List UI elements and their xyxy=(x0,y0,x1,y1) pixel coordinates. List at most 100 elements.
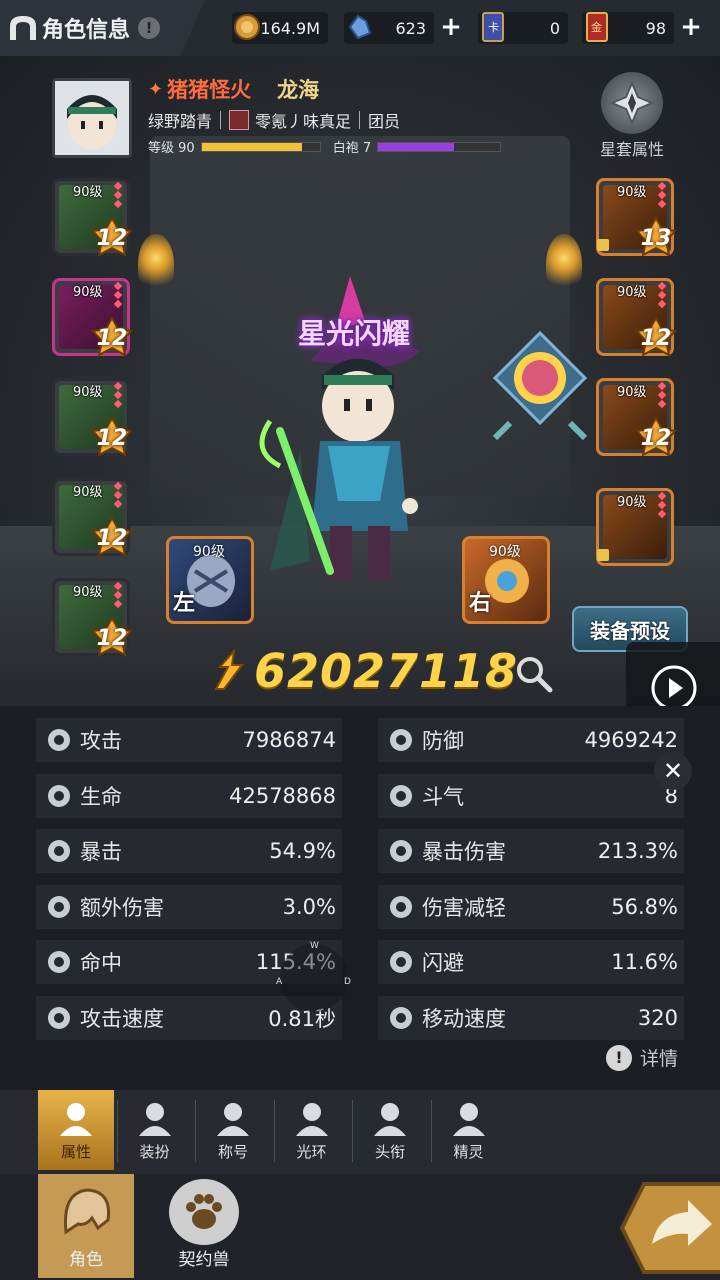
weapon-right-hand: 右 xyxy=(469,591,492,616)
back-icon[interactable] xyxy=(6,11,40,45)
target-icon xyxy=(44,947,74,977)
guild-name[interactable]: 零氪丿味真足 xyxy=(255,108,351,132)
stat-value: 42578868 xyxy=(229,783,336,808)
nav-character-label: 角色 xyxy=(69,1250,103,1270)
enhance-level: 12 xyxy=(96,425,128,451)
gold-counter: 164.9M xyxy=(232,12,328,44)
tab-divider xyxy=(430,1100,432,1162)
right-equip-slot-3[interactable]: 90级 12 xyxy=(596,378,677,457)
crystal-counter: 623 + xyxy=(344,12,462,44)
server-name: 龙海 xyxy=(277,78,320,102)
star-rank-icon xyxy=(113,481,125,510)
player-title: 绿野踏青 xyxy=(148,112,213,131)
tab-1[interactable]: 属性 xyxy=(38,1090,114,1170)
weapon-left-level: 90级 xyxy=(193,544,225,560)
right-equip-slot-1[interactable]: 90级 13 xyxy=(596,178,677,259)
stat-name: 攻击 xyxy=(80,729,122,753)
enhance-level: 12 xyxy=(640,425,672,451)
left-equip-slot-5[interactable]: 90级 12 xyxy=(52,578,133,659)
svg-text:卡: 卡 xyxy=(488,21,499,34)
equip-level: 90级 xyxy=(617,385,647,400)
stat-row: 攻击 7986874 xyxy=(36,718,342,762)
left-equip-slot-1[interactable]: 90级 12 xyxy=(52,178,133,257)
level-progress-bar xyxy=(200,141,321,152)
equip-level: 90级 xyxy=(73,485,103,500)
svg-text:A: A xyxy=(276,977,283,987)
spirit-icon xyxy=(447,1099,491,1139)
right-equip-slot-4[interactable]: 90级 xyxy=(596,488,674,566)
head-title-icon xyxy=(368,1099,412,1139)
tab-2[interactable]: 装扮 xyxy=(117,1090,193,1170)
enhance-badge: 12 xyxy=(91,617,133,659)
level-label: 等级 90 xyxy=(148,141,195,156)
svg-text:金: 金 xyxy=(591,20,602,34)
divider xyxy=(359,111,361,129)
nav-character[interactable]: 角色 xyxy=(38,1174,134,1278)
enhance-badge: 12 xyxy=(91,517,133,559)
wind-icon xyxy=(386,947,416,977)
sub-info-line: 绿野踏青 零氪丿味真足 团员 xyxy=(148,108,400,132)
speed-icon xyxy=(44,1003,74,1033)
enhance-badge: 13 xyxy=(635,217,677,259)
vip-star-icon: ✦ xyxy=(148,78,164,100)
info-icon[interactable]: ! xyxy=(138,17,161,39)
weapon-left-slot[interactable]: 90级 左 xyxy=(166,536,254,624)
svg-text:D: D xyxy=(344,977,351,987)
divider xyxy=(220,111,222,129)
gold-amount: 164.9M xyxy=(260,18,320,38)
lock-icon xyxy=(597,239,609,251)
stat-row: 暴击 54.9% xyxy=(36,829,342,874)
detail-link[interactable]: ! 详情 xyxy=(606,1044,678,1071)
tab-label: 光环 xyxy=(296,1143,327,1161)
star-set-label: 星套属性 xyxy=(599,140,664,159)
right-equip-slot-2[interactable]: 90级 12 xyxy=(596,278,677,359)
add-crystal-button[interactable]: + xyxy=(438,14,464,41)
left-equip-slot-3[interactable]: 90级 12 xyxy=(52,378,133,459)
avatar[interactable] xyxy=(52,78,132,158)
swirl-icon xyxy=(386,781,416,811)
weapon-right-level: 90级 xyxy=(489,544,521,560)
tab-5[interactable]: 头衔 xyxy=(352,1090,428,1170)
ticket-counter: 金 98 + xyxy=(580,10,702,44)
enhance-badge: 12 xyxy=(91,417,133,459)
top-bar: 角色信息 ! 164.9M 623 + 卡 0 金 98 + xyxy=(0,0,720,56)
tab-divider xyxy=(352,1100,353,1162)
equip-level: 90级 xyxy=(617,495,647,510)
enhance-level: 13 xyxy=(640,225,672,251)
nickname: 猪猪怪火 xyxy=(167,78,252,102)
star-rank-icon xyxy=(657,381,669,410)
burst-icon xyxy=(386,836,416,866)
combat-power-value: 62027118 xyxy=(254,644,519,698)
equip-level: 90级 xyxy=(73,585,103,600)
weapon-right-slot[interactable]: 90级 右 xyxy=(462,536,550,624)
torch-left xyxy=(138,234,174,294)
close-icon[interactable]: ✕ xyxy=(654,752,692,790)
rank-progress-fill xyxy=(378,142,454,151)
star-rank-icon xyxy=(113,581,125,610)
left-equip-slot-4[interactable]: 90级 12 xyxy=(52,478,133,559)
next-arrow-button[interactable] xyxy=(618,1180,720,1276)
tab-4[interactable]: 光环 xyxy=(274,1090,350,1170)
tab-label: 称号 xyxy=(217,1143,248,1161)
ticket-icon: 金 xyxy=(580,10,614,44)
stat-row: 闪避 11.6% xyxy=(378,940,684,985)
search-icon[interactable] xyxy=(514,654,554,694)
tab-divider xyxy=(116,1100,118,1162)
enhance-badge: 12 xyxy=(635,317,677,359)
left-equip-slot-2[interactable]: 90级 12 xyxy=(52,278,133,357)
equip-level: 90级 xyxy=(73,185,103,200)
stat-name: 暴击伤害 xyxy=(422,840,506,865)
virtual-joystick[interactable]: W A D xyxy=(272,936,356,1020)
stat-name: 生命 xyxy=(80,784,122,809)
star-rank-icon xyxy=(113,281,125,310)
tab-label: 头衔 xyxy=(374,1143,405,1161)
tab-3[interactable]: 称号 xyxy=(195,1090,271,1170)
stat-name: 移动速度 xyxy=(422,1007,506,1031)
nav-contract-beast[interactable]: 契约兽 xyxy=(156,1174,252,1278)
stat-name: 命中 xyxy=(80,951,122,976)
pet-sprite[interactable] xyxy=(490,328,590,448)
stat-row: 额外伤害 3.0% xyxy=(36,884,342,929)
star-set-button[interactable]: 星套属性 xyxy=(588,72,676,162)
add-ticket-button[interactable]: + xyxy=(678,14,704,41)
tab-6[interactable]: 精灵 xyxy=(431,1090,507,1170)
